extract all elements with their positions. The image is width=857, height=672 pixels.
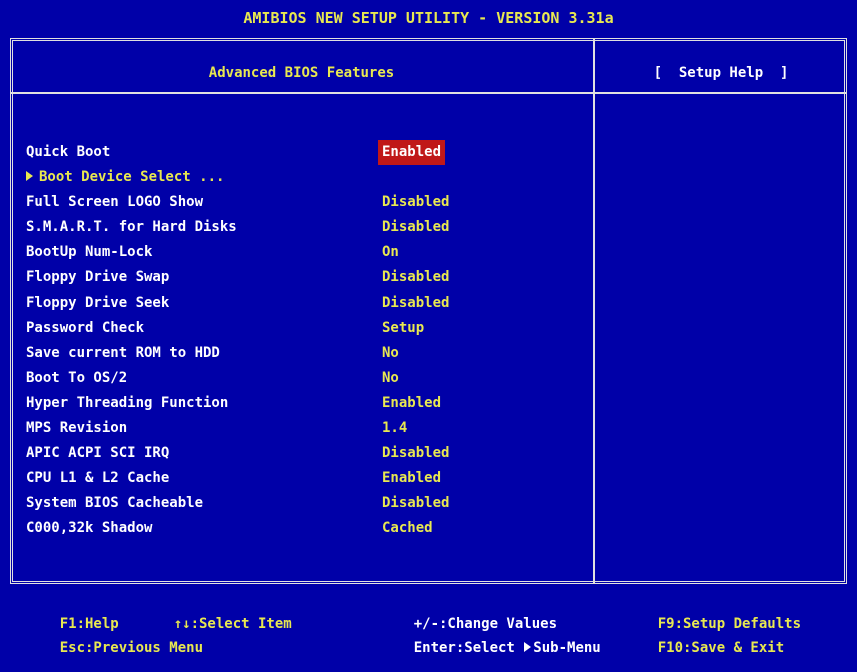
setting-label: APIC ACPI SCI IRQ: [26, 445, 170, 462]
setting-value[interactable]: Cached: [382, 516, 433, 541]
enter-suffix-text: Sub-Menu: [533, 640, 601, 656]
setting-value[interactable]: Setup: [382, 316, 424, 341]
setting-value[interactable]: 1.4: [382, 416, 407, 441]
setting-value[interactable]: Disabled: [382, 215, 449, 240]
setting-value[interactable]: Disabled: [382, 441, 449, 466]
submenu-boot-device-select[interactable]: Boot Device Select ...: [26, 165, 586, 190]
setting-save-rom[interactable]: Save current ROM to HDD No: [26, 341, 586, 366]
setting-value[interactable]: Enabled: [382, 466, 441, 491]
header-divider: [10, 92, 847, 94]
setting-label: Password Check: [26, 319, 145, 336]
setup-help-title: [ Setup Help ]: [653, 65, 789, 81]
setting-label: Full Screen LOGO Show: [26, 194, 204, 211]
setting-value[interactable]: Disabled: [382, 491, 449, 516]
setting-hyper-threading[interactable]: Hyper Threading Function Enabled: [26, 391, 586, 416]
setting-cpu-cache[interactable]: CPU L1 & L2 Cache Enabled: [26, 466, 586, 491]
f10-save-exit-key: F10:Save & Exit: [624, 624, 784, 672]
setting-label: Floppy Drive Seek: [26, 294, 170, 311]
setting-value[interactable]: Enabled: [378, 140, 446, 165]
help-divider: [593, 38, 595, 584]
submenu-label: Boot Device Select ...: [39, 169, 225, 186]
key-help-bar: F1:Help ↑↓:Select Item +/-:Change Values…: [10, 588, 847, 656]
setting-label: Save current ROM to HDD: [26, 344, 220, 361]
setting-full-screen-logo[interactable]: Full Screen LOGO Show Disabled: [26, 190, 586, 215]
setting-value[interactable]: On: [382, 240, 399, 265]
setting-floppy-swap[interactable]: Floppy Drive Swap Disabled: [26, 265, 586, 290]
settings-list: Quick Boot Enabled Boot Device Select ..…: [26, 140, 586, 542]
setting-label: BootUp Num-Lock: [26, 244, 153, 261]
setting-value[interactable]: Enabled: [382, 391, 441, 416]
setting-apic-acpi[interactable]: APIC ACPI SCI IRQ Disabled: [26, 441, 586, 466]
esc-previous-key: Esc:Previous Menu: [26, 624, 203, 672]
setting-label: CPU L1 & L2 Cache: [26, 470, 170, 487]
setting-bios-cacheable[interactable]: System BIOS Cacheable Disabled: [26, 491, 586, 516]
window-title: AMIBIOS NEW SETUP UTILITY - VERSION 3.31…: [0, 0, 857, 36]
setting-boot-os2[interactable]: Boot To OS/2 No: [26, 366, 586, 391]
setting-value[interactable]: Disabled: [382, 190, 449, 215]
submenu-arrow-icon: [26, 171, 33, 182]
setting-mps-revision[interactable]: MPS Revision 1.4: [26, 416, 586, 441]
setting-label: MPS Revision: [26, 420, 128, 437]
section-title: Advanced BIOS Features: [208, 65, 395, 81]
f10-save-exit-text: F10:Save & Exit: [657, 640, 785, 656]
setting-label: Hyper Threading Function: [26, 394, 229, 411]
setting-label: S.M.A.R.T. for Hard Disks: [26, 219, 237, 236]
enter-submenu-key: Enter:Select Sub-Menu: [380, 624, 601, 672]
setting-bootup-numlock[interactable]: BootUp Num-Lock On: [26, 240, 586, 265]
setting-smart[interactable]: S.M.A.R.T. for Hard Disks Disabled: [26, 215, 586, 240]
setting-label: Boot To OS/2: [26, 369, 128, 386]
setting-value[interactable]: No: [382, 366, 399, 391]
setting-quick-boot[interactable]: Quick Boot Enabled: [26, 140, 586, 165]
setting-label: System BIOS Cacheable: [26, 495, 204, 512]
esc-previous-text: Esc:Previous Menu: [59, 640, 204, 656]
setting-label: Floppy Drive Swap: [26, 269, 170, 286]
setting-password-check[interactable]: Password Check Setup: [26, 316, 586, 341]
submenu-label-wrap: Boot Device Select ...: [26, 165, 224, 190]
setting-value[interactable]: Disabled: [382, 291, 449, 316]
setting-value[interactable]: Disabled: [382, 265, 449, 290]
setting-floppy-seek[interactable]: Floppy Drive Seek Disabled: [26, 291, 586, 316]
setting-label: C000,32k Shadow: [26, 520, 153, 537]
setting-value[interactable]: No: [382, 341, 399, 366]
enter-prefix-text: Enter:Select: [413, 640, 524, 656]
setting-label: Quick Boot: [26, 144, 111, 160]
setting-c000-shadow[interactable]: C000,32k Shadow Cached: [26, 516, 586, 541]
